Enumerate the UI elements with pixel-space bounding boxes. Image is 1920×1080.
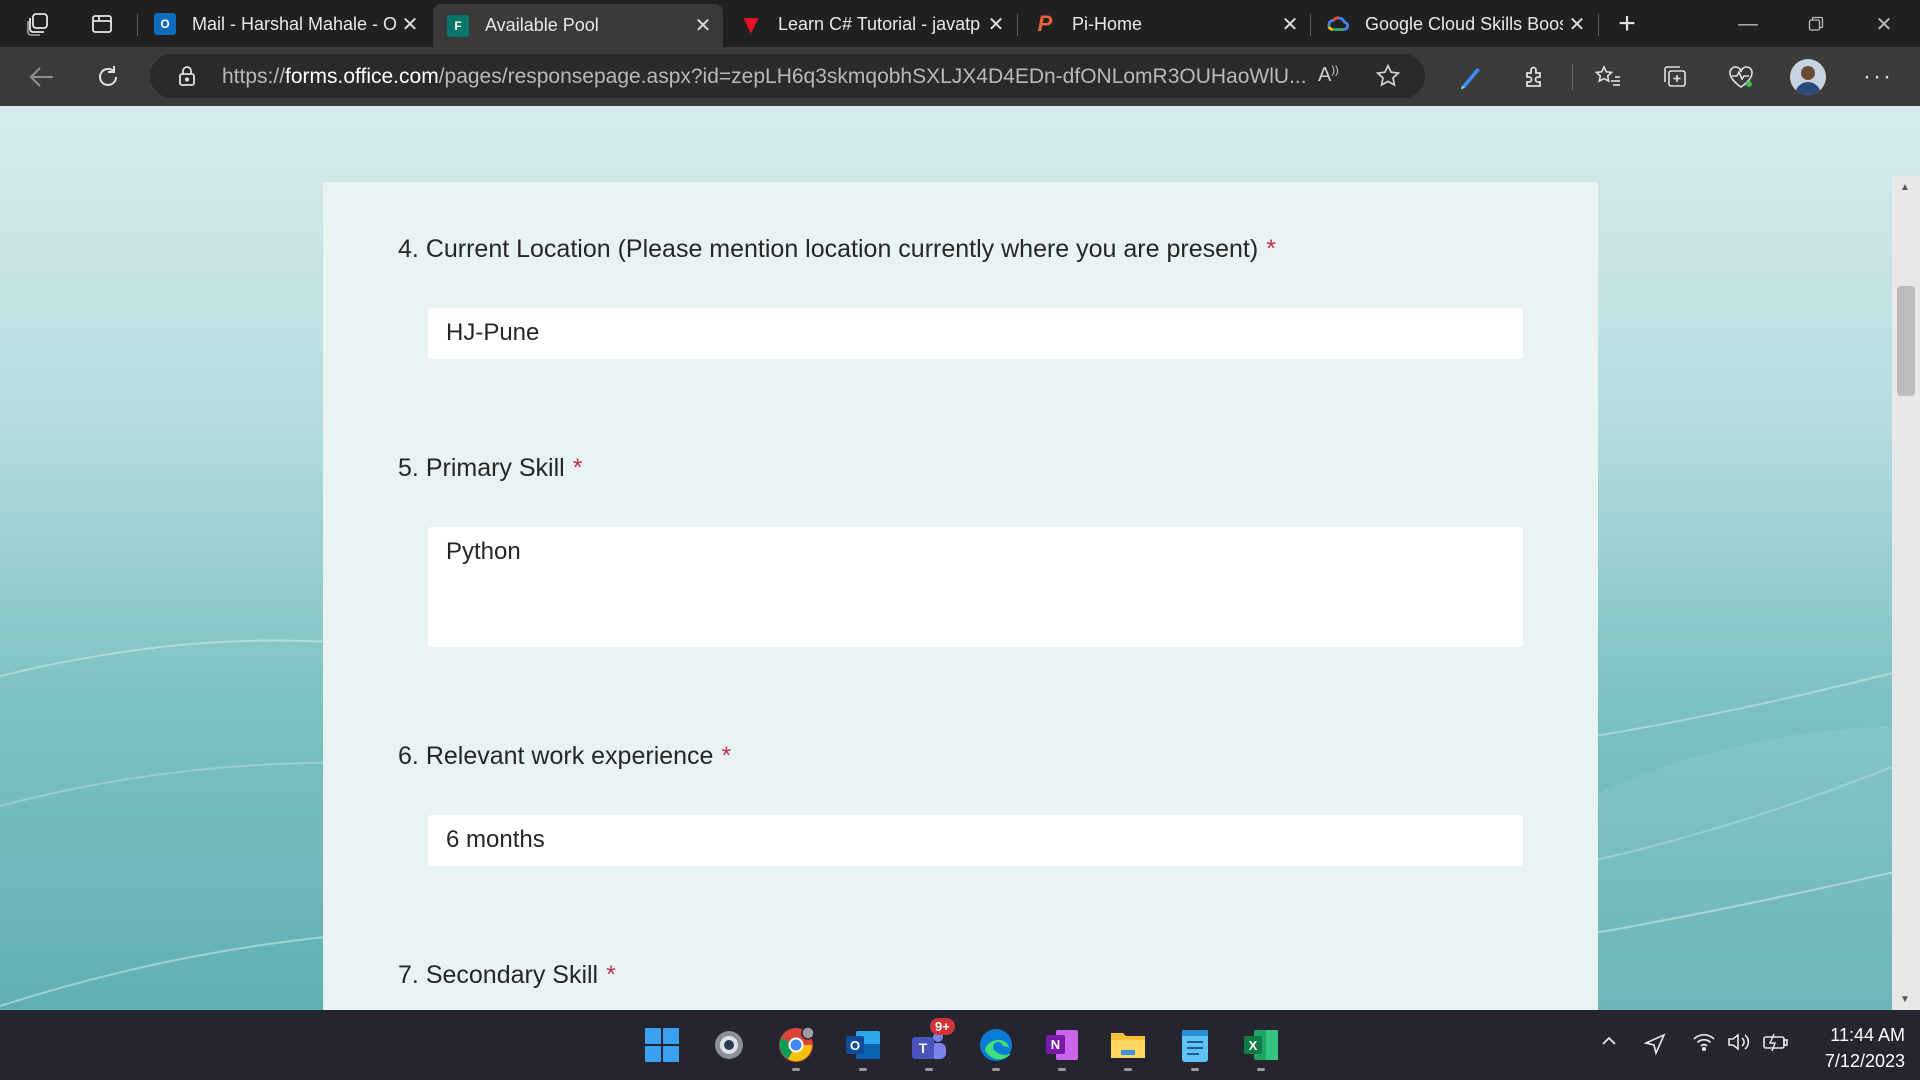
pen-extension-icon[interactable] — [1452, 59, 1488, 95]
running-indicator — [1058, 1068, 1066, 1071]
running-indicator — [992, 1068, 1000, 1071]
tab-title: Google Cloud Skills Boost — [1365, 13, 1563, 34]
teams-icon[interactable]: T 9+ — [908, 1018, 955, 1066]
vertical-tabs-icon[interactable] — [86, 8, 118, 40]
minimize-icon[interactable]: — — [1720, 6, 1776, 42]
close-tab-icon[interactable]: ✕ — [982, 12, 1010, 37]
running-indicator — [925, 1068, 933, 1071]
close-tab-icon[interactable]: ✕ — [689, 13, 717, 38]
profile-avatar[interactable] — [1790, 59, 1826, 95]
browser-toolbar: https://forms.office.com/pages/responsep… — [0, 47, 1920, 106]
tab-pi-home[interactable]: P Pi-Home ✕ — [1020, 4, 1310, 44]
show-hidden-icons-chevron-icon[interactable] — [1600, 1032, 1618, 1056]
location-icon[interactable] — [1643, 1032, 1667, 1062]
collections-icon[interactable] — [1657, 59, 1693, 95]
question-6-title: 6. Relevant work experience * — [398, 742, 732, 770]
question-4-title: 4. Current Location (Please mention loca… — [398, 235, 1276, 263]
refresh-icon[interactable] — [90, 59, 126, 95]
question-5-title: 5. Primary Skill * — [398, 454, 583, 482]
question-7-title: 7. Secondary Skill * — [398, 961, 616, 989]
clock-time: 11:44 AM — [1830, 1025, 1905, 1045]
volume-icon[interactable] — [1726, 1032, 1752, 1058]
tab-title: Learn C# Tutorial - javatp — [778, 13, 981, 34]
svg-text:T: T — [919, 1040, 928, 1056]
extensions-puzzle-icon[interactable] — [1517, 59, 1553, 95]
required-asterisk: * — [606, 961, 616, 989]
chrome-icon[interactable] — [775, 1024, 817, 1066]
running-indicator — [1124, 1068, 1132, 1071]
forms-icon: F — [447, 14, 469, 37]
google-cloud-icon — [1327, 13, 1349, 35]
browser-essentials-icon[interactable] — [1723, 59, 1759, 95]
tab-title: Mail - Harshal Mahale - O — [192, 13, 396, 34]
close-tab-icon[interactable]: ✕ — [1276, 12, 1304, 37]
scroll-down-arrow-icon[interactable]: ▼ — [1900, 994, 1910, 1005]
windows-taskbar: O T 9+ N X 11:44 AM 7/12/2023 — [0, 1010, 1920, 1080]
wifi-icon[interactable] — [1692, 1032, 1716, 1058]
svg-text:N: N — [1051, 1037, 1060, 1052]
tab-csharp-tutorial[interactable]: ▼ Learn C# Tutorial - javatp ✕ — [726, 4, 1016, 44]
work-experience-input[interactable]: 6 months — [428, 815, 1523, 866]
windows-start-icon[interactable] — [641, 1024, 683, 1066]
settings-icon[interactable] — [708, 1024, 750, 1066]
javatpoint-icon: ▼ — [738, 8, 764, 39]
favorite-star-icon[interactable] — [1375, 63, 1401, 94]
required-asterisk: * — [1266, 235, 1276, 263]
form-card: 4. Current Location (Please mention loca… — [323, 182, 1598, 1010]
back-arrow-icon[interactable] — [24, 59, 60, 95]
tab-title: Available Pool — [485, 15, 599, 35]
teams-notification-badge: 9+ — [930, 1018, 955, 1035]
pi-icon: P — [1037, 11, 1053, 36]
address-bar[interactable]: https://forms.office.com/pages/responsep… — [150, 54, 1425, 98]
page-scrollbar[interactable]: ▲ ▼ — [1892, 176, 1920, 1010]
system-clock[interactable]: 11:44 AM 7/12/2023 — [1805, 1022, 1905, 1074]
favorites-list-icon[interactable] — [1590, 59, 1626, 95]
required-asterisk: * — [721, 742, 732, 770]
svg-text:X: X — [1249, 1038, 1258, 1053]
close-window-icon[interactable]: ✕ — [1856, 6, 1912, 42]
workspaces-icon[interactable] — [22, 8, 54, 40]
scrollbar-thumb[interactable] — [1897, 286, 1915, 396]
form-page: 4. Current Location (Please mention loca… — [0, 106, 1920, 1010]
current-location-input[interactable]: HJ-Pune — [428, 308, 1523, 359]
tab-mail[interactable]: O Mail - Harshal Mahale - O ✕ — [140, 4, 430, 44]
tab-available-pool[interactable]: F Available Pool ✕ — [433, 4, 723, 47]
tab-google-cloud[interactable]: Google Cloud Skills Boost ✕ — [1313, 4, 1597, 44]
tab-title: Pi-Home — [1072, 13, 1143, 34]
clock-date: 7/12/2023 — [1824, 1051, 1905, 1071]
onenote-icon[interactable]: N — [1041, 1024, 1083, 1066]
svg-text:O: O — [850, 1038, 860, 1053]
new-tab-icon[interactable]: + — [1611, 7, 1643, 40]
running-indicator — [1257, 1068, 1265, 1071]
url-text[interactable]: https://forms.office.com/pages/responsep… — [222, 65, 1312, 89]
excel-icon[interactable]: X — [1240, 1024, 1282, 1066]
restore-icon[interactable] — [1788, 6, 1844, 42]
close-tab-icon[interactable]: ✕ — [1563, 12, 1591, 37]
browser-tab-strip: O Mail - Harshal Mahale - O ✕ F Availabl… — [0, 0, 1920, 47]
edge-icon[interactable] — [975, 1024, 1017, 1066]
scroll-up-arrow-icon[interactable]: ▲ — [1900, 182, 1910, 193]
close-tab-icon[interactable]: ✕ — [396, 12, 424, 37]
running-indicator — [859, 1068, 867, 1071]
read-aloud-icon[interactable]: A)) — [1318, 64, 1339, 87]
running-indicator — [792, 1068, 800, 1071]
more-options-icon[interactable]: ··· — [1860, 59, 1896, 95]
primary-skill-textarea[interactable]: Python — [428, 527, 1523, 647]
outlook-icon: O — [154, 13, 176, 35]
file-explorer-icon[interactable] — [1107, 1024, 1149, 1066]
running-indicator — [1191, 1068, 1199, 1071]
required-asterisk: * — [572, 454, 583, 482]
notepad-icon[interactable] — [1174, 1024, 1216, 1066]
battery-charging-icon[interactable] — [1762, 1032, 1790, 1058]
outlook-icon[interactable]: O — [842, 1024, 884, 1066]
lock-icon[interactable] — [178, 65, 196, 92]
